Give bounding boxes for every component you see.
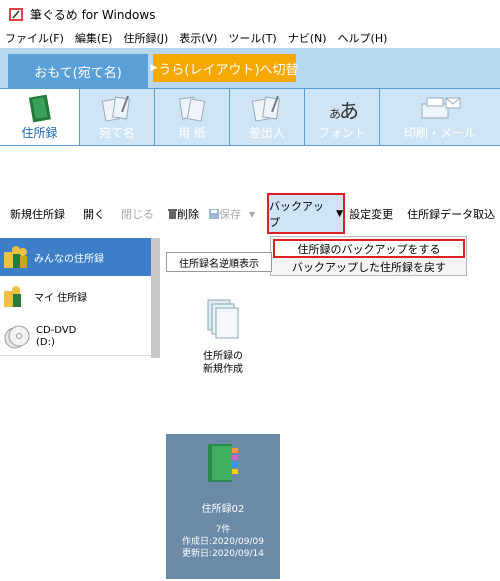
menu-address-book[interactable]: 住所録(J) xyxy=(118,30,174,46)
triangle-right-icon: ▶ xyxy=(150,63,158,73)
ribbon-addressee[interactable]: 宛て名 xyxy=(80,89,155,145)
backup-label: バックアップ xyxy=(269,199,324,229)
address-book-icon xyxy=(28,94,51,123)
ribbon-print-mail[interactable]: 印刷・メール xyxy=(380,89,500,145)
source-panel: みんなの住所録 マイ 住所録 CD-DVD (D:) xyxy=(0,238,160,581)
new-address-book-card[interactable]: 住所録の 新規作成 xyxy=(166,288,280,418)
my-folder-icon xyxy=(4,286,21,307)
save-dropdown-icon: ▼ xyxy=(249,209,256,219)
toolbar: 新規住所録 開く 閉じる 削除 保存 ▼ 設定変更 住所録データ取込 xyxy=(0,196,500,232)
save-button[interactable]: 保存 ▼ xyxy=(207,206,257,222)
menu-item-restore-backup[interactable]: バックアップした住所録を戻す xyxy=(273,258,465,275)
ribbon-paper[interactable]: 用 紙 xyxy=(155,89,230,145)
new-document-icon xyxy=(207,299,239,339)
backup-dropdown-icon: ▼ xyxy=(336,208,343,219)
sender-icon xyxy=(251,95,280,122)
delete-button[interactable]: 削除 xyxy=(166,206,201,222)
menu-bar: ファイル(F) 編集(E) 住所録(J) 表示(V) ツール(T) ナビ(N) … xyxy=(0,28,500,48)
menu-item-backup-address-book[interactable]: 住所録のバックアップをする xyxy=(273,239,465,258)
title-bar: 筆ぐるめ for Windows xyxy=(0,0,500,28)
import-data-button[interactable]: 住所録データ取込 xyxy=(405,206,497,222)
save-icon xyxy=(209,209,219,219)
tab-switch-back[interactable]: ▶ うら(レイアウト)へ切替 xyxy=(150,54,299,82)
backup-button[interactable]: バックアップ ▼ xyxy=(267,193,345,234)
ribbon-font-label: フォント xyxy=(317,126,366,140)
source-shared-label: みんなの住所録 xyxy=(34,253,104,265)
tab-switch-back-label: うら(レイアウト)へ切替 xyxy=(158,62,299,78)
new-address-book-button[interactable]: 新規住所録 xyxy=(8,206,67,222)
source-shared[interactable]: みんなの住所録 xyxy=(0,238,158,276)
source-mine-label: マイ 住所録 xyxy=(34,292,88,304)
shared-folder-icon xyxy=(4,246,27,268)
open-button[interactable]: 開く xyxy=(81,206,107,222)
window-title: 筆ぐるめ for Windows xyxy=(30,7,156,22)
tab-strip: おもて(宛て名) ▶ うら(レイアウト)へ切替 xyxy=(0,48,500,88)
source-panel-scrollbar[interactable] xyxy=(151,238,160,358)
address-book-card[interactable]: 住所録02 7件 作成日:2020/09/09 更新日:2020/09/14 xyxy=(166,434,280,579)
save-label: 保存 xyxy=(219,208,241,221)
font-icon: あ あ xyxy=(329,99,359,123)
settings-button[interactable]: 設定変更 xyxy=(347,206,395,222)
reverse-sort-button[interactable]: 住所録名逆順表示 xyxy=(166,252,272,272)
ribbon-addressee-label: 宛て名 xyxy=(98,126,135,140)
ribbon-sender[interactable]: 差出人 xyxy=(230,89,305,145)
printer-mail-icon xyxy=(421,97,461,119)
source-mine[interactable]: マイ 住所録 xyxy=(0,277,158,315)
source-cd-dvd-label: CD-DVD (D:) xyxy=(36,324,77,348)
backup-dropdown-menu: 住所録のバックアップをする バックアップした住所録を戻す xyxy=(270,236,467,276)
addressee-icon xyxy=(101,95,130,122)
ribbon-font[interactable]: あ あ フォント xyxy=(305,89,380,145)
app-icon xyxy=(9,8,23,21)
menu-view[interactable]: 表示(V) xyxy=(174,30,223,46)
ribbon: 住所録 宛て名 用 紙 差出人 あ あ フォント 印刷・メール xyxy=(0,88,500,146)
cd-dvd-icon xyxy=(4,325,30,348)
ribbon-sender-label: 差出人 xyxy=(248,126,285,140)
address-book-count: 7件 xyxy=(215,525,231,535)
menu-navi[interactable]: ナビ(N) xyxy=(283,30,333,46)
address-book-updated: 更新日:2020/09/14 xyxy=(182,549,264,559)
delete-label: 削除 xyxy=(177,208,199,221)
close-button[interactable]: 閉じる xyxy=(119,206,156,222)
address-book-icon xyxy=(208,444,238,482)
new-address-book-card-label: 住所録の 新規作成 xyxy=(203,351,243,375)
ribbon-paper-label: 用 紙 xyxy=(178,126,206,140)
address-book-name: 住所録02 xyxy=(201,504,245,515)
ribbon-address-book[interactable]: 住所録 xyxy=(0,89,80,145)
menu-tools[interactable]: ツール(T) xyxy=(223,30,282,46)
source-cd-dvd[interactable]: CD-DVD (D:) xyxy=(0,318,158,356)
menu-help[interactable]: ヘルプ(H) xyxy=(333,30,394,46)
svg-text:あ: あ xyxy=(339,99,359,123)
ribbon-address-book-label: 住所録 xyxy=(21,126,58,140)
menu-edit[interactable]: 編集(E) xyxy=(70,30,119,46)
address-book-created: 作成日:2020/09/09 xyxy=(182,537,264,547)
ribbon-print-mail-label: 印刷・メール xyxy=(403,126,476,140)
menu-file[interactable]: ファイル(F) xyxy=(0,30,70,46)
address-book-info: 7件 作成日:2020/09/09 更新日:2020/09/14 xyxy=(166,524,280,560)
trash-icon xyxy=(168,209,177,219)
paper-icon xyxy=(179,96,206,122)
tab-front[interactable]: おもて(宛て名) xyxy=(8,54,148,88)
